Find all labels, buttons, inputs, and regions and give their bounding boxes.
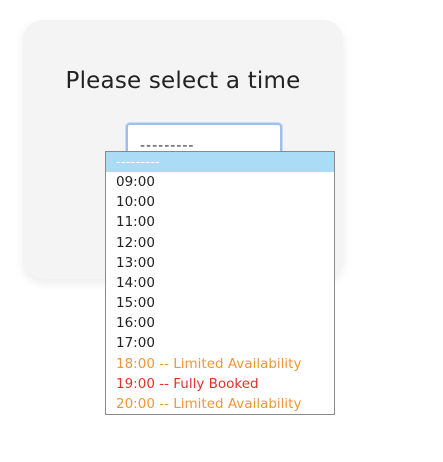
time-option[interactable]: 10:00 [106,192,334,212]
page-title: Please select a time [65,68,301,94]
time-option[interactable]: 09:00 [106,172,334,192]
time-option[interactable]: 11:00 [106,212,334,232]
time-option[interactable]: 15:00 [106,293,334,313]
time-option[interactable]: 16:00 [106,313,334,333]
time-option[interactable]: 13:00 [106,253,334,273]
time-option[interactable]: 14:00 [106,273,334,293]
time-dropdown-list: --------- 09:00 10:00 11:00 12:00 13:00 14:00 1… [105,151,335,415]
time-option[interactable]: 18:00 -- Limited Availability [106,354,334,374]
time-option[interactable]: 20:00 -- Limited Availability [106,394,334,414]
time-option[interactable]: 19:00 -- Fully Booked [106,374,334,394]
time-option[interactable]: 12:00 [106,233,334,253]
time-option[interactable]: 17:00 [106,333,334,353]
time-option[interactable]: --------- [106,152,334,172]
